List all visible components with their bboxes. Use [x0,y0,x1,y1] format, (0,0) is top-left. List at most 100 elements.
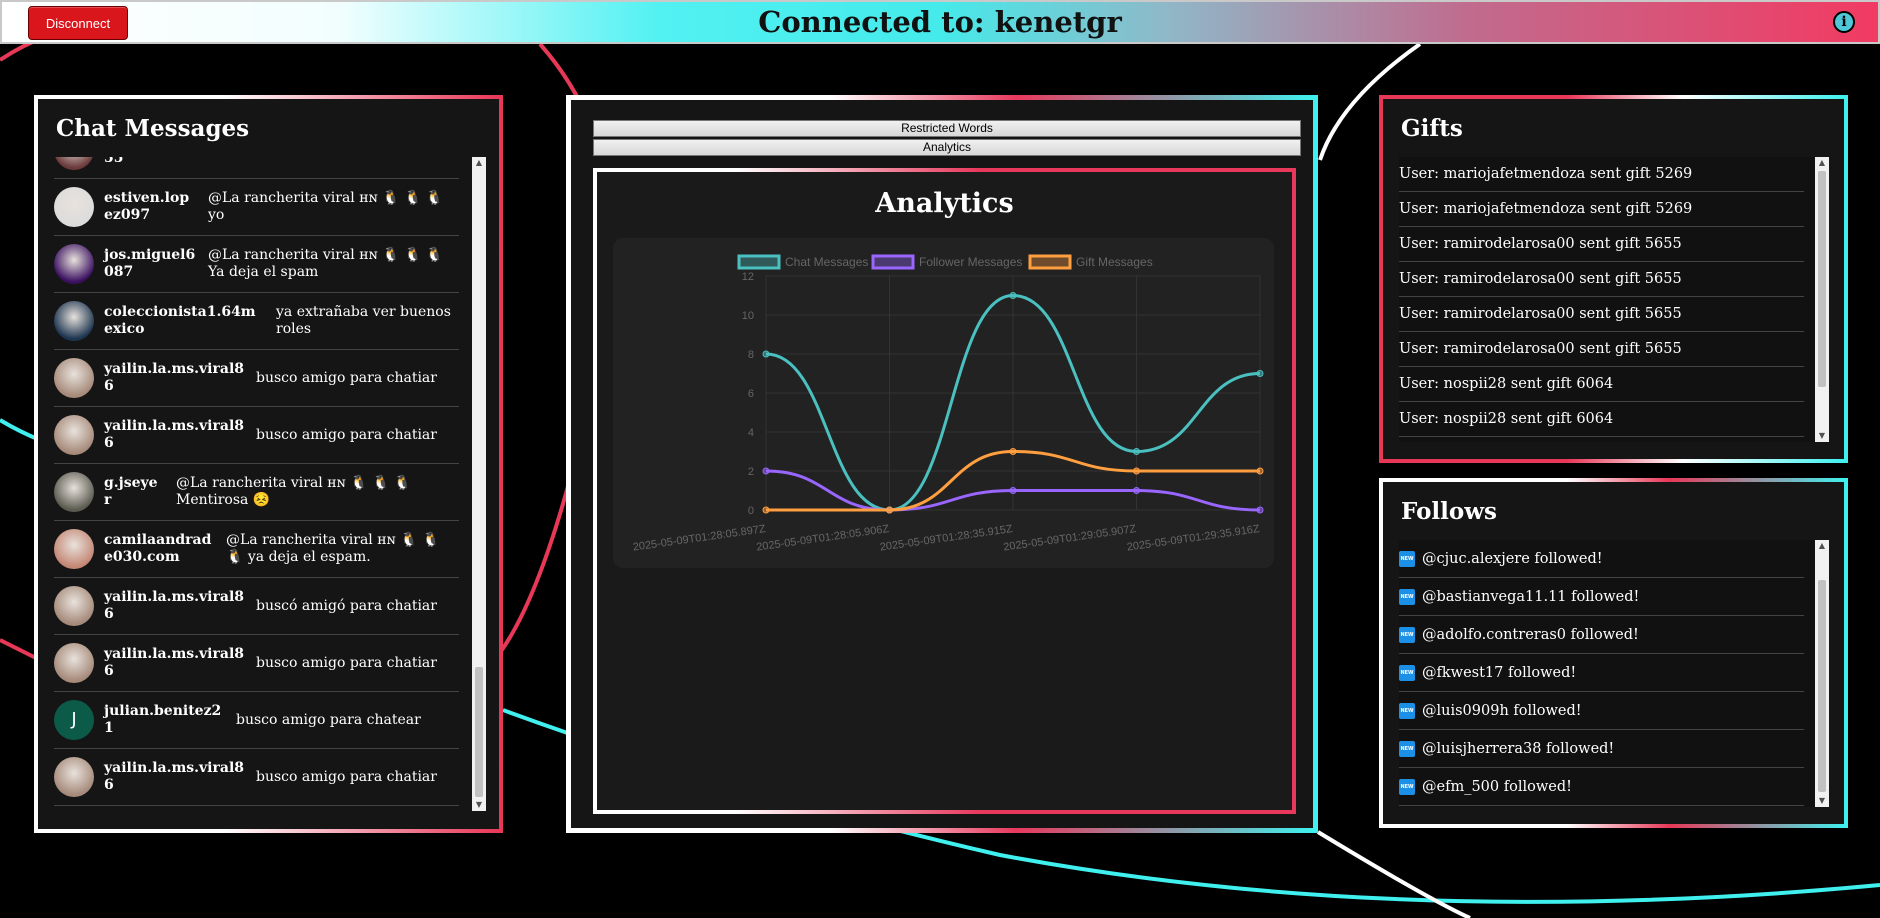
chat-username[interactable]: yailin.la.ms.viral86 [104,646,244,680]
new-badge-icon: NEW [1399,778,1415,795]
new-badge-icon: NEW [1399,664,1415,681]
chat-username[interactable]: camilaandrade030.com [104,532,214,566]
chat-message-text: @LaMeMu- Vete al pe [236,157,393,159]
tab-analytics[interactable]: Analytics [593,139,1301,156]
avatar[interactable] [54,415,94,455]
avatar[interactable] [54,529,94,569]
chat-message-text: busco amigo para chatiar [256,426,437,443]
follow-text: @cjuc.alexjere followed! [1422,550,1603,567]
info-icon[interactable]: i [1833,11,1855,33]
x-tick-label: 2025-05-09T01:29:05.907Z [1003,523,1138,554]
data-point [1133,467,1140,475]
chat-scrollbar[interactable]: ▲ ▼ [472,157,486,811]
avatar[interactable] [54,757,94,797]
tab-restricted-words[interactable]: Restricted Words [593,120,1301,137]
x-tick-label: 2025-05-09T01:28:05.906Z [756,523,891,554]
follow-list[interactable]: NEW @cjuc.alexjere followed! NEW @bastianve… [1399,540,1829,807]
scroll-up-arrow-icon[interactable]: ▲ [1815,157,1829,169]
analytics-line-chart: 0246810122025-05-09T01:28:05.897Z2025-05… [632,254,1264,554]
avatar[interactable] [54,472,94,512]
chat-scroll-thumb[interactable] [475,667,483,797]
chat-messages-panel: Chat Messages alfredomoreno55 @LaMeMu- Ve… [34,95,503,833]
scroll-down-arrow-icon[interactable]: ▼ [1815,430,1829,442]
chat-message-row: camilaandrade030.com @La rancherita viral… [54,521,459,578]
x-tick-label: 2025-05-09T01:28:35.915Z [879,523,1014,554]
x-tick-label: 2025-05-09T01:28:05.897Z [632,523,767,554]
chat-username[interactable]: yailin.la.ms.viral86 [104,418,244,452]
y-tick-label: 6 [748,388,754,400]
chat-username[interactable]: yailin.la.ms.viral86 [104,760,244,794]
data-point [1009,448,1017,455]
data-point [886,506,893,514]
chat-username[interactable]: yailin.la.ms.viral86 [104,361,244,395]
chat-message-row: estiven.lopez097 @La rancherita viral ʜɴ … [54,179,459,236]
scroll-up-arrow-icon[interactable]: ▲ [472,157,486,169]
data-point [1256,370,1264,377]
scroll-down-arrow-icon[interactable]: ▼ [472,799,486,811]
scroll-down-arrow-icon[interactable]: ▼ [1815,795,1829,807]
y-tick-label: 8 [748,349,754,361]
legend-swatch [871,254,915,270]
follow-list-item: NEW @luisjherrera38 followed! [1399,730,1804,768]
data-point [762,350,770,358]
gift-list-item: User: ramirodelarosa00 sent gift 5655 [1399,332,1804,367]
gift-list-item: User: ramirodelarosa00 sent gift 5655 [1399,227,1804,262]
avatar[interactable] [54,244,94,284]
avatar[interactable]: J [54,700,94,740]
gifts-scrollbar[interactable]: ▲ ▼ [1815,157,1829,442]
y-tick-label: 12 [742,271,754,283]
avatar[interactable] [54,586,94,626]
follow-list-item: NEW @adolfo.contreras0 followed! [1399,616,1804,654]
follow-text: @luis0909h followed! [1422,702,1582,719]
data-point [1009,292,1017,299]
gift-list-item: User: nospii28 sent gift 6064 [1399,367,1804,402]
connection-title: Connected to: kenetgr [758,5,1122,39]
avatar[interactable] [54,157,94,170]
chat-username[interactable]: jos.miguel6087 [104,247,196,281]
chat-message-text: @La rancherita viral ʜɴ 🐧 🐧 🐧 Mentirosa … [176,475,412,508]
data-point [1133,487,1140,494]
chat-username[interactable]: g.jseyer [104,475,164,509]
avatar[interactable] [54,187,94,227]
data-point [762,467,770,475]
chat-message-row: Jjulian.benitez21 busco amigo para chatea… [54,692,459,749]
avatar[interactable] [54,301,94,341]
chat-message-text: busco amigo para chatiar [256,369,437,386]
chat-username[interactable]: yailin.la.ms.viral86 [104,589,244,623]
analytics-panel: Restricted Words Analytics Analytics 0 2 4… [566,95,1318,833]
gift-list[interactable]: User: mariojafetmendoza sent gift 5269 Us… [1399,157,1829,442]
chat-messages-title: Chat Messages [56,115,250,142]
chat-message-text: @La rancherita viral ʜɴ 🐧 🐧 🐧 Ya deja el… [208,247,444,280]
legend-label: Gift Messages [1076,255,1153,269]
follows-scrollbar[interactable]: ▲ ▼ [1815,540,1829,807]
x-tick-label: 2025-05-09T01:29:35.916Z [1126,523,1261,554]
gifts-panel: Gifts User: mariojafetmendoza sent gift … [1379,95,1848,463]
chat-message-row: coleccionista1.64mexico ya extrañaba ver … [54,293,459,350]
chat-message-text: busco amigo para chatiar [256,768,437,785]
chat-username[interactable]: estiven.lopez097 [104,190,196,224]
chat-message-text: busco amigo para chatiar [256,654,437,671]
gifts-scroll-thumb[interactable] [1818,171,1826,387]
legend-label: Follower Messages [919,255,1022,269]
gift-list-item: User: ramirodelarosa00 sent gift 5655 [1399,262,1804,297]
chat-username[interactable]: coleccionista1.64mexico [104,304,264,338]
analytics-title: Analytics [875,188,1014,219]
gift-list-item: User: mariojafetmendoza sent gift 5269 [1399,192,1804,227]
scroll-up-arrow-icon[interactable]: ▲ [1815,540,1829,552]
follows-panel: Follows NEW @cjuc.alexjere followed! NEW @b… [1379,478,1848,828]
avatar[interactable] [54,358,94,398]
gift-list-item: User: ramirodelarosa00 sent gift 5655 [1399,297,1804,332]
data-point [1256,467,1264,475]
follows-scroll-thumb[interactable] [1818,580,1826,792]
follow-list-item: NEW @cjuc.alexjere followed! [1399,540,1804,578]
chat-username[interactable]: alfredomoreno55 [104,157,224,167]
legend-swatch [1028,254,1072,270]
top-bar: Disconnect Connected to: kenetgr i [0,0,1880,44]
new-badge-icon: NEW [1399,626,1415,643]
data-point [1133,448,1140,455]
gifts-title: Gifts [1401,115,1463,142]
chat-username[interactable]: julian.benitez21 [104,703,224,737]
avatar[interactable] [54,643,94,683]
chat-message-list[interactable]: alfredomoreno55 @LaMeMu- Vete al pe estive… [54,157,472,811]
chart-card: 0 2 4 6 8 10 12 2025-05-09T01:28:05.897Z 2025-05… [613,238,1274,568]
